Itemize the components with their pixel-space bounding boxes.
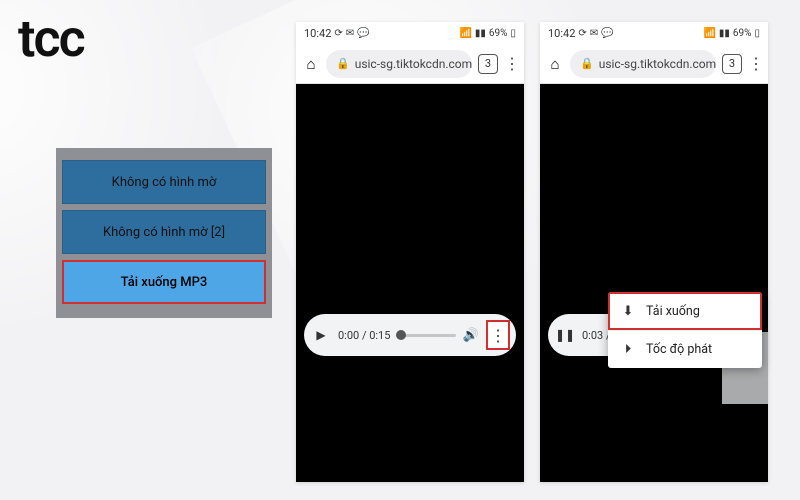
url-text: usic-sg.tiktokcdn.com bbox=[355, 57, 472, 71]
status-bar: 10:42 ⟳ ✉ 💬 📶 ▮▮ 69% ▯ bbox=[540, 22, 768, 44]
battery-icon: ▯ bbox=[754, 28, 760, 39]
no-watermark-button[interactable]: Không có hình mờ bbox=[62, 160, 266, 204]
status-bar: 10:42 ⟳ ✉ 💬 📶 ▮▮ 69% ▯ bbox=[296, 22, 524, 44]
browser-menu-icon[interactable]: ⋮ bbox=[504, 56, 518, 72]
page-viewport: ▶ 0:00 / 0:15 🔊 ⋮ bbox=[296, 84, 524, 482]
lock-icon: 🔒 bbox=[336, 57, 350, 70]
sync-icon: ⟳ bbox=[578, 28, 586, 39]
page-viewport: ❚❚ 0:03 / ⬇ Tải xuống ⏵ Tốc độ phát bbox=[540, 84, 768, 482]
messenger-icon: ✉ bbox=[590, 28, 598, 39]
browser-address-bar: ⌂ 🔒 usic-sg.tiktokcdn.com 3 ⋮ bbox=[296, 44, 524, 84]
wifi-icon: 📶 bbox=[459, 28, 471, 39]
battery-icon: ▯ bbox=[510, 28, 516, 39]
signal-icon: ▮▮ bbox=[719, 28, 730, 39]
browser-address-bar: ⌂ 🔒 usic-sg.tiktokcdn.com 3 ⋮ bbox=[540, 44, 768, 84]
download-menu-item[interactable]: ⬇ Tải xuống bbox=[608, 292, 762, 330]
playback-speed-menu-item[interactable]: ⏵ Tốc độ phát bbox=[608, 330, 762, 368]
home-icon[interactable]: ⌂ bbox=[302, 55, 320, 73]
tabs-button[interactable]: 3 bbox=[722, 54, 742, 74]
wifi-icon: 📶 bbox=[703, 28, 715, 39]
player-more-button[interactable]: ⋮ bbox=[486, 320, 510, 350]
download-icon: ⬇ bbox=[620, 304, 636, 319]
brand-logo: tcc bbox=[18, 8, 84, 69]
phone-mockup-2: 10:42 ⟳ ✉ 💬 📶 ▮▮ 69% ▯ ⌂ 🔒 usic-sg.tikto… bbox=[540, 22, 768, 482]
sync-icon: ⟳ bbox=[334, 28, 342, 39]
audio-player: ▶ 0:00 / 0:15 🔊 ⋮ bbox=[304, 314, 516, 356]
download-label: Tải xuống bbox=[646, 304, 700, 319]
url-field[interactable]: 🔒 usic-sg.tiktokcdn.com bbox=[326, 50, 472, 78]
messenger-icon: ✉ bbox=[346, 28, 354, 39]
volume-icon[interactable]: 🔊 bbox=[462, 328, 480, 343]
battery-text: 69% bbox=[489, 28, 508, 39]
seek-track[interactable] bbox=[396, 334, 456, 337]
download-mp3-button[interactable]: Tải xuống MP3 bbox=[62, 260, 266, 304]
url-field[interactable]: 🔒 usic-sg.tiktokcdn.com bbox=[570, 50, 716, 78]
browser-menu-icon[interactable]: ⋮ bbox=[748, 56, 762, 72]
url-text: usic-sg.tiktokcdn.com bbox=[599, 57, 716, 71]
chat-icon: 💬 bbox=[357, 28, 369, 39]
pause-button[interactable]: ❚❚ bbox=[554, 328, 576, 342]
home-icon[interactable]: ⌂ bbox=[546, 55, 564, 73]
chat-icon: 💬 bbox=[601, 28, 613, 39]
tabs-button[interactable]: 3 bbox=[478, 54, 498, 74]
phone-mockup-1: 10:42 ⟳ ✉ 💬 📶 ▮▮ 69% ▯ ⌂ 🔒 usic-sg.tikto… bbox=[296, 22, 524, 482]
battery-text: 69% bbox=[733, 28, 752, 39]
status-time: 10:42 bbox=[548, 27, 575, 40]
status-time: 10:42 bbox=[304, 27, 331, 40]
player-time: 0:00 / 0:15 bbox=[338, 329, 390, 342]
player-time: 0:03 / bbox=[582, 329, 610, 342]
play-button[interactable]: ▶ bbox=[310, 328, 332, 342]
lock-icon: 🔒 bbox=[580, 57, 594, 70]
no-watermark-2-button[interactable]: Không có hình mờ [2] bbox=[62, 210, 266, 254]
download-options-panel: Không có hình mờ Không có hình mờ [2] Tả… bbox=[56, 148, 272, 318]
player-menu-popup: ⬇ Tải xuống ⏵ Tốc độ phát bbox=[608, 292, 762, 368]
seek-thumb[interactable] bbox=[396, 330, 406, 340]
speed-icon: ⏵ bbox=[620, 342, 636, 357]
signal-icon: ▮▮ bbox=[475, 28, 486, 39]
speed-label: Tốc độ phát bbox=[646, 342, 712, 357]
